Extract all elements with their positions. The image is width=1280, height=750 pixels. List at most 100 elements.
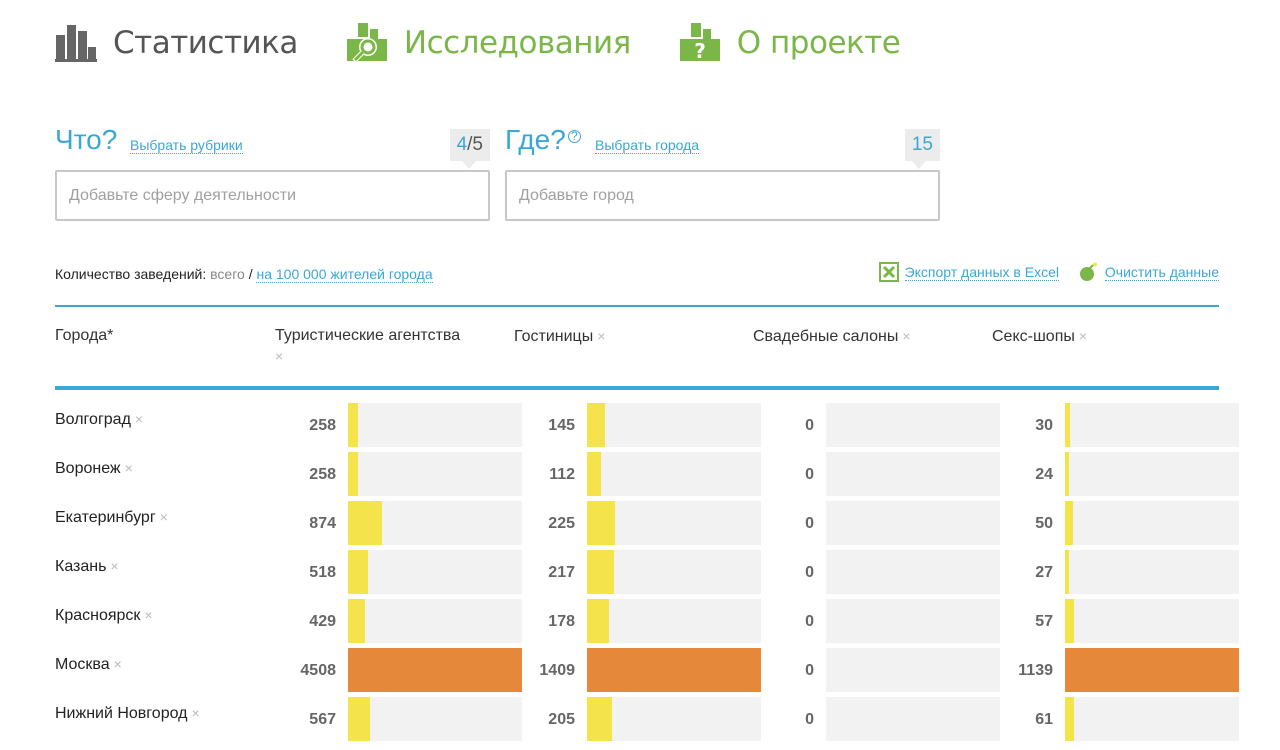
value-number: 0 <box>805 466 814 483</box>
value-bar-track <box>826 403 1000 447</box>
city-name: Казань × <box>55 558 119 576</box>
column-header-wedding-salons: Свадебные салоны × <box>753 328 911 345</box>
remove-column-icon[interactable]: × <box>1079 328 1087 344</box>
count-mode-switch: Количество заведений: всего / на 100 000… <box>55 266 433 283</box>
city-name: Москва × <box>55 656 122 674</box>
remove-city-icon[interactable]: × <box>135 411 143 427</box>
nav-statistics-label: Статистика <box>113 25 298 61</box>
value-number: 225 <box>548 515 575 532</box>
remove-column-icon[interactable]: × <box>275 348 283 364</box>
value-bar <box>1065 501 1073 545</box>
value-bar <box>1065 452 1069 496</box>
nav-research[interactable]: Исследования <box>346 21 631 65</box>
excel-icon <box>878 262 899 282</box>
table-row: Красноярск × 429 178 0 57 <box>55 599 1239 643</box>
value-bar-track <box>587 501 761 545</box>
value-bar <box>1065 599 1074 643</box>
nav-about[interactable]: ? О проекте <box>679 21 901 65</box>
value-bar-track <box>348 697 522 741</box>
remove-column-icon[interactable]: × <box>902 328 910 344</box>
value-number: 0 <box>805 564 814 581</box>
value-number: 0 <box>805 515 814 532</box>
remove-city-icon[interactable]: × <box>160 509 168 525</box>
value-number: 258 <box>309 466 336 483</box>
table-toolbar: Количество заведений: всего / на 100 000… <box>55 262 1219 288</box>
choose-rubrics-link[interactable]: Выбрать рубрики <box>130 137 243 154</box>
value-bar <box>348 697 370 741</box>
value-bar <box>348 599 365 643</box>
value-bar-track <box>826 550 1000 594</box>
value-bar-track <box>1065 648 1239 692</box>
nav-statistics[interactable]: Статистика <box>55 21 298 65</box>
value-bar <box>1065 550 1069 594</box>
choose-cities-link[interactable]: Выбрать города <box>595 137 700 154</box>
research-magnifier-icon <box>346 23 387 63</box>
value-bar-track <box>826 648 1000 692</box>
city-label: Нижний Новгород <box>55 705 188 722</box>
nav-research-label: Исследования <box>403 25 631 61</box>
value-bar <box>1065 697 1074 741</box>
value-bar-track <box>1065 550 1239 594</box>
value-bar-track <box>1065 403 1239 447</box>
count-all-option[interactable]: всего <box>210 266 245 282</box>
value-bar <box>587 697 612 741</box>
value-number: 30 <box>1035 417 1053 434</box>
remove-city-icon[interactable]: × <box>110 558 118 574</box>
value-bar-track <box>348 403 522 447</box>
remove-city-icon[interactable]: × <box>114 656 122 672</box>
remove-city-icon[interactable]: × <box>191 705 199 721</box>
value-number: 0 <box>805 613 814 630</box>
value-bar <box>348 452 358 496</box>
what-counter-badge: 4/5 <box>449 129 490 169</box>
city-name: Волгоград × <box>55 411 143 429</box>
value-bar-track <box>826 697 1000 741</box>
value-bar-track <box>348 648 522 692</box>
city-search-input[interactable] <box>505 170 940 221</box>
what-title: Что? <box>55 124 118 155</box>
value-bar-track <box>1065 599 1239 643</box>
city-name: Екатеринбург × <box>55 509 168 527</box>
value-number: 0 <box>805 711 814 728</box>
remove-column-icon[interactable]: × <box>597 328 605 344</box>
table-row: Нижний Новгород × 567 205 0 61 <box>55 697 1239 741</box>
table-row: Волгоград × 258 145 0 30 <box>55 403 1239 447</box>
value-number: 205 <box>548 711 575 728</box>
value-bar <box>1065 403 1070 447</box>
value-bar <box>587 452 601 496</box>
table-header-rule <box>55 386 1219 390</box>
value-bar <box>348 501 382 545</box>
value-number: 112 <box>549 466 575 483</box>
remove-city-icon[interactable]: × <box>144 607 152 623</box>
where-title: Где?? <box>505 124 581 156</box>
value-bar-track <box>348 550 522 594</box>
value-bar <box>1065 648 1239 692</box>
value-number: 567 <box>309 711 336 728</box>
value-number: 0 <box>805 417 814 434</box>
remove-city-icon[interactable]: × <box>125 460 133 476</box>
help-icon[interactable]: ? <box>567 130 581 143</box>
value-number: 145 <box>548 417 575 434</box>
value-number: 27 <box>1035 564 1053 581</box>
count-per-capita-link[interactable]: на 100 000 жителей города <box>256 266 433 283</box>
value-bar <box>587 403 605 447</box>
clear-data-button[interactable]: Очистить данные <box>1079 262 1219 282</box>
value-number: 217 <box>548 564 575 581</box>
city-label: Волгоград <box>55 411 131 428</box>
city-label: Екатеринбург <box>55 509 156 526</box>
svg-text:?: ? <box>694 39 706 63</box>
export-excel-button[interactable]: Экспорт данных в Excel <box>878 262 1059 282</box>
value-number: 61 <box>1035 711 1053 728</box>
city-label: Казань <box>55 558 107 575</box>
city-label: Красноярск <box>55 607 141 624</box>
value-number: 57 <box>1035 613 1053 630</box>
value-number: 24 <box>1035 466 1053 483</box>
table-row: Екатеринбург × 874 225 0 50 <box>55 501 1239 545</box>
table-row: Воронеж × 258 112 0 24 <box>55 452 1239 496</box>
activity-search-input[interactable] <box>55 170 490 221</box>
table-row: Казань × 518 217 0 27 <box>55 550 1239 594</box>
main-nav: Статистика Исследования ? О проекте <box>55 18 948 68</box>
value-number: 429 <box>309 613 336 630</box>
value-bar <box>587 501 615 545</box>
value-bar-track <box>587 599 761 643</box>
value-bar <box>587 599 609 643</box>
